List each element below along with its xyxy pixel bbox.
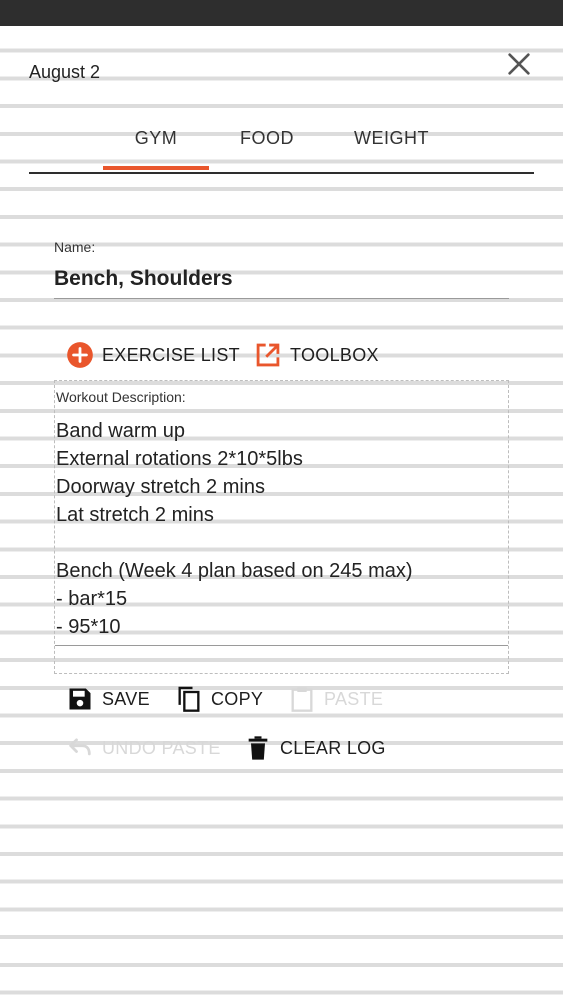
tab-food-label: FOOD bbox=[240, 128, 294, 148]
clear-log-label: CLEAR LOG bbox=[280, 737, 386, 758]
active-tab-indicator bbox=[103, 166, 209, 170]
undo-paste-button[interactable]: UNDO PASTE bbox=[66, 734, 221, 762]
open-in-new-icon bbox=[254, 341, 282, 369]
tab-gym[interactable]: GYM bbox=[103, 118, 209, 170]
description-underline bbox=[55, 645, 508, 646]
exercise-list-button[interactable]: EXERCISE LIST bbox=[66, 341, 240, 369]
description-line: - 95*10 bbox=[56, 616, 121, 638]
workout-description-label: Workout Description: bbox=[56, 389, 186, 405]
description-line: Band warm up bbox=[56, 420, 185, 442]
description-line bbox=[56, 529, 496, 557]
tab-weight[interactable]: WEIGHT bbox=[344, 118, 439, 170]
status-bar bbox=[0, 0, 563, 26]
copy-icon bbox=[175, 685, 203, 713]
description-line: - bar*15 bbox=[56, 588, 128, 610]
copy-button[interactable]: COPY bbox=[175, 685, 263, 713]
description-line: Bench (Week 4 plan based on 245 max) bbox=[56, 560, 413, 582]
exercise-list-label: EXERCISE LIST bbox=[102, 344, 240, 365]
close-button[interactable] bbox=[503, 48, 535, 80]
undo-paste-label: UNDO PASTE bbox=[102, 737, 221, 758]
undo-icon bbox=[66, 734, 94, 762]
description-line: Lat stretch 2 mins bbox=[56, 504, 214, 526]
toolbox-label: TOOLBOX bbox=[290, 344, 379, 365]
toolbox-button[interactable]: TOOLBOX bbox=[254, 341, 379, 369]
add-circle-icon bbox=[66, 341, 94, 369]
trash-icon bbox=[244, 734, 272, 762]
log-date: August 2 bbox=[29, 62, 101, 82]
copy-label: COPY bbox=[211, 688, 264, 709]
workout-description-text[interactable]: Band warm up External rotations 2*10*5lb… bbox=[56, 417, 496, 641]
paste-label: PASTE bbox=[324, 688, 384, 709]
description-line: External rotations 2*10*5lbs bbox=[56, 448, 303, 470]
save-button[interactable]: SAVE bbox=[66, 685, 150, 713]
tab-bar: GYM FOOD WEIGHT bbox=[29, 118, 534, 174]
tab-food[interactable]: FOOD bbox=[229, 118, 305, 170]
tab-gym-label: GYM bbox=[134, 128, 178, 148]
name-input[interactable]: Bench, Shoulders bbox=[54, 267, 233, 291]
clear-log-button[interactable]: CLEAR LOG bbox=[244, 734, 386, 762]
tab-weight-label: WEIGHT bbox=[354, 128, 429, 148]
save-label: SAVE bbox=[102, 688, 150, 709]
workout-description-field[interactable]: Workout Description: Band warm up Extern… bbox=[54, 380, 509, 674]
close-icon bbox=[508, 53, 530, 75]
paste-button[interactable]: PASTE bbox=[288, 685, 383, 713]
name-underline bbox=[54, 298, 509, 299]
description-line: Doorway stretch 2 mins bbox=[56, 476, 265, 498]
name-label: Name: bbox=[54, 239, 96, 255]
clipboard-icon bbox=[288, 685, 316, 713]
floppy-disk-icon bbox=[66, 685, 94, 713]
